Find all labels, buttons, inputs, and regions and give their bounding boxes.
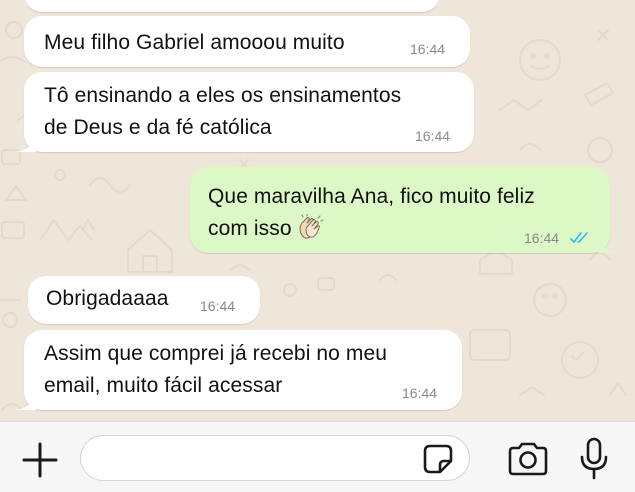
bubble-tail-icon [16,134,36,152]
message-text-line-1: Que maravilha Ana, fico muito feliz [208,185,535,208]
message-text: Obrigadaaaa [46,287,169,310]
message-bubble-incoming[interactable]: Tô ensinando a eles os ensinamentos de D… [16,72,474,152]
microphone-icon[interactable] [578,437,610,481]
message-bubble-outgoing[interactable]: Que maravilha Ana, fico muito feliz com … [190,167,618,253]
camera-icon[interactable] [506,441,550,477]
bubble-tail-icon [16,392,36,410]
bubble-tail-icon [598,235,618,253]
message-timestamp: 16:44 [402,385,438,401]
sticker-icon[interactable] [422,443,454,475]
clapping-hands-icon [299,214,324,239]
message-bubble-incoming[interactable]: Obrigadaaaa 16:44 [28,276,260,324]
message-timestamp: 16:44 [200,298,236,314]
message-bubble-incoming[interactable]: Meu filho Gabriel amooou muito 16:44 [24,16,470,67]
message-input[interactable] [80,435,470,481]
message-timestamp: 16:44 [415,128,451,144]
message-text-line-2: email, muito fácil acessar [44,374,283,397]
message-text: Meu filho Gabriel amooou muito [44,31,345,54]
plus-icon[interactable] [20,440,60,480]
message-text-line-1: Assim que comprei já recebi no meu [44,342,388,365]
message-text-line-2: de Deus e da fé católica [44,116,272,139]
read-receipt-double-check-icon [570,232,588,243]
message-text-line-1: Tô ensinando a eles os ensinamentos [44,84,402,107]
message-bubble-incoming[interactable]: Assim que comprei já recebi no meu email… [16,330,462,410]
previous-message-bubble-partial [24,0,440,12]
message-input-bar [0,421,635,492]
message-text-line-2-content: com isso [208,217,292,240]
message-text-line-2: com isso [208,213,324,244]
message-timestamp: 16:44 [524,230,560,246]
chat-area[interactable]: Meu filho Gabriel amooou muito 16:44 Tô … [0,0,635,421]
message-timestamp: 16:44 [410,41,446,57]
